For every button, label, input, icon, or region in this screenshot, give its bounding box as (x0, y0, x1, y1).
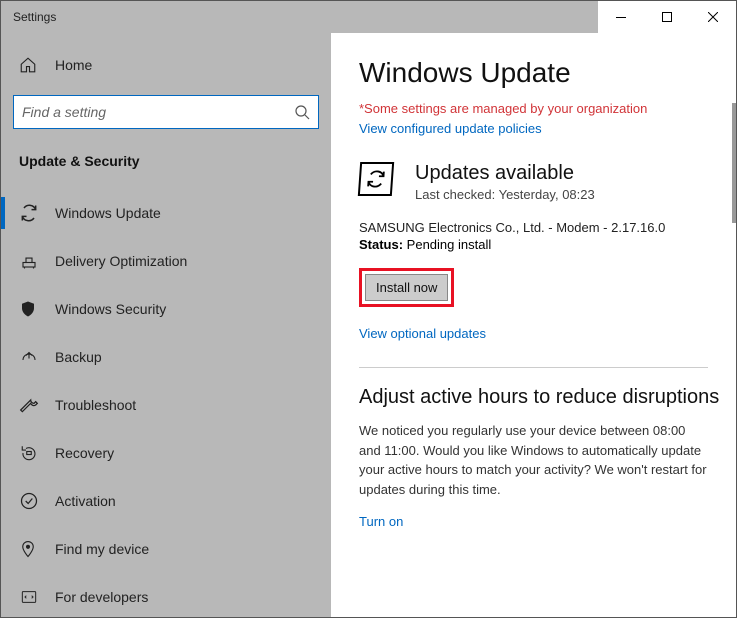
nav-label: Windows Security (55, 301, 166, 317)
sync-icon (19, 203, 45, 223)
nav-label: For developers (55, 589, 148, 605)
nav-backup[interactable]: Backup (1, 333, 331, 381)
code-icon (19, 587, 45, 607)
home-nav[interactable]: Home (1, 45, 331, 85)
nav-windows-update[interactable]: Windows Update (1, 189, 331, 237)
turn-on-link[interactable]: Turn on (359, 514, 403, 529)
titlebar: Settings (1, 1, 736, 33)
nav-recovery[interactable]: Recovery (1, 429, 331, 477)
status-label: Status: (359, 237, 403, 252)
status-value: Pending install (403, 237, 491, 252)
main-panel: Windows Update *Some settings are manage… (331, 33, 736, 617)
nav-label: Windows Update (55, 205, 161, 221)
home-label: Home (55, 57, 92, 73)
nav-delivery-optimization[interactable]: Delivery Optimization (1, 237, 331, 285)
delivery-icon (19, 251, 45, 271)
active-hours-body: We noticed you regularly use your device… (359, 421, 736, 499)
check-circle-icon (19, 491, 45, 511)
search-box[interactable] (13, 95, 319, 129)
wrench-icon (19, 395, 45, 415)
install-highlight: Install now (359, 268, 454, 307)
category-header: Update & Security (1, 143, 331, 189)
close-button[interactable] (690, 1, 736, 33)
nav-label: Backup (55, 349, 102, 365)
updates-available-title: Updates available (415, 162, 595, 185)
nav-label: Recovery (55, 445, 114, 461)
location-icon (19, 539, 45, 559)
window-title: Settings (1, 10, 598, 24)
search-input[interactable] (22, 104, 294, 120)
nav-label: Delivery Optimization (55, 253, 187, 269)
search-icon (294, 104, 310, 120)
install-now-button[interactable]: Install now (365, 274, 448, 301)
last-checked-text: Last checked: Yesterday, 08:23 (415, 187, 595, 202)
managed-warning: *Some settings are managed by your organ… (359, 101, 736, 116)
configured-policies-link[interactable]: View configured update policies (359, 121, 542, 136)
nav-label: Activation (55, 493, 116, 509)
status-line: Status: Pending install (359, 237, 736, 252)
backup-icon (19, 347, 45, 367)
page-title: Windows Update (359, 57, 736, 89)
driver-line: SAMSUNG Electronics Co., Ltd. - Modem - … (359, 220, 736, 235)
shield-icon (19, 299, 45, 319)
nav-troubleshoot[interactable]: Troubleshoot (1, 381, 331, 429)
home-icon (19, 56, 45, 74)
sidebar: Home Update & Security Windows Update De… (1, 33, 331, 617)
recovery-icon (19, 443, 45, 463)
scrollbar[interactable] (732, 103, 736, 223)
update-sync-icon (358, 162, 394, 196)
active-hours-title: Adjust active hours to reduce disruption… (359, 386, 736, 409)
divider (359, 367, 708, 368)
nav-label: Troubleshoot (55, 397, 136, 413)
nav-windows-security[interactable]: Windows Security (1, 285, 331, 333)
updates-header: Updates available Last checked: Yesterda… (359, 162, 736, 202)
optional-updates-link[interactable]: View optional updates (359, 326, 486, 341)
nav-label: Find my device (55, 541, 149, 557)
nav-find-my-device[interactable]: Find my device (1, 525, 331, 573)
maximize-button[interactable] (644, 1, 690, 33)
nav-activation[interactable]: Activation (1, 477, 331, 525)
minimize-button[interactable] (598, 1, 644, 33)
nav-for-developers[interactable]: For developers (1, 573, 331, 617)
window-controls (598, 1, 736, 33)
